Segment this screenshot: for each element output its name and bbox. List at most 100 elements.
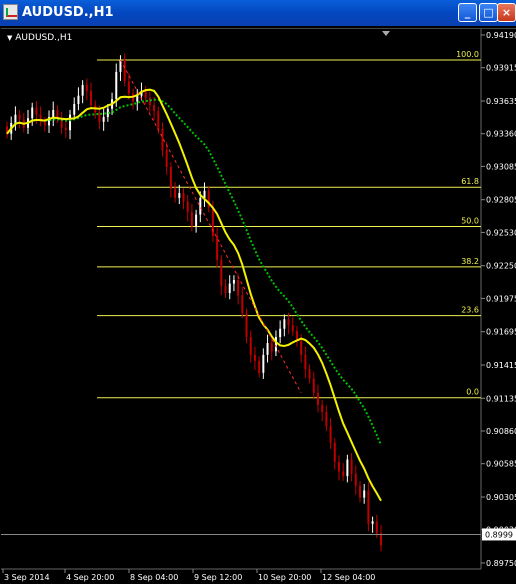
candle-body: [371, 521, 374, 524]
candle-body: [342, 471, 345, 477]
chart-app-icon: [3, 4, 18, 20]
candle-body: [14, 114, 17, 123]
candle-body: [304, 354, 307, 370]
candle-body: [211, 207, 214, 236]
candle-body: [249, 337, 252, 355]
time-axis: 3 Sep 2014 4 Sep 20:00 8 Sep 04:00 9 Sep 12…: [2, 569, 375, 582]
candle-body: [69, 114, 72, 131]
candle-body: [73, 103, 76, 115]
chart-canvas: 0.94190 0.93915 0.93635 0.93360 0.93085 0.928…: [1, 29, 516, 582]
candle-body: [31, 107, 34, 119]
candle-body: [115, 71, 118, 100]
candle-body: [333, 442, 336, 462]
price-tick-label: 0.91975: [486, 294, 516, 303]
candle-body: [308, 369, 311, 379]
close-button[interactable]: ×: [497, 3, 516, 22]
candle-body: [274, 337, 277, 352]
candle-body: [363, 490, 366, 498]
candle-body: [169, 167, 172, 189]
candle-body: [262, 354, 265, 373]
candle-body: [245, 313, 248, 338]
candle-body: [241, 295, 244, 314]
candle-body: [283, 319, 286, 329]
fast-moving-average: [6, 88, 382, 502]
candle-body: [182, 193, 185, 202]
candle-body: [153, 105, 156, 112]
price-tick-label: 0.93085: [486, 162, 516, 171]
candle-body: [148, 98, 151, 106]
candle-body: [123, 59, 126, 82]
price-tick-label: 0.94190: [486, 31, 516, 40]
candlesticks: [6, 53, 382, 552]
current-price-marker: 0.8999: [1, 528, 516, 541]
candle-body: [35, 107, 38, 115]
candle-body: [279, 328, 282, 338]
candle-body: [291, 325, 294, 332]
price-tick-label: 0.92250: [486, 262, 516, 271]
price-tick-label: 0.91695: [486, 328, 516, 337]
minimize-button[interactable]: _: [458, 3, 477, 22]
candle-body: [18, 114, 21, 120]
candle-body: [98, 112, 101, 122]
candle-body: [237, 279, 240, 296]
price-tick-label: 0.90860: [486, 427, 516, 436]
candle-body: [316, 392, 319, 405]
candle-body: [136, 95, 139, 102]
slow-moving-average: [6, 98, 382, 446]
candle-body: [354, 473, 357, 486]
time-tick-label: 8 Sep 04:00: [130, 573, 178, 582]
candle-body: [186, 201, 189, 213]
candle-body: [329, 426, 332, 443]
time-tick-label: 10 Sep 20:00: [258, 573, 311, 582]
chart-shift-icon[interactable]: [382, 31, 390, 36]
candle-body: [144, 90, 147, 99]
candle-body: [270, 343, 273, 352]
price-tick-label: 0.90585: [486, 460, 516, 469]
fib-level-label: 100.0: [456, 50, 479, 59]
price-tick-label: 0.93360: [486, 130, 516, 139]
price-tick-label: 0.91415: [486, 361, 516, 370]
price-tick-label: 0.92805: [486, 196, 516, 205]
candle-body: [102, 117, 105, 122]
candle-body: [90, 90, 93, 106]
candle-body: [85, 84, 88, 91]
candle-body: [287, 319, 290, 326]
candle-body: [358, 485, 361, 498]
candle-body: [228, 283, 231, 294]
candle-body: [220, 259, 223, 286]
current-price-label: 0.8999: [485, 530, 513, 539]
window-title: AUDUSD.,H1: [22, 5, 114, 20]
candle-body: [232, 279, 235, 284]
candle-body: [375, 521, 378, 534]
candle-body: [195, 214, 198, 227]
candle-body: [81, 84, 84, 96]
candle-body: [350, 459, 353, 474]
candle-body: [224, 285, 227, 294]
fib-level-label: 61.8: [461, 177, 479, 186]
time-tick-label: 12 Sep 04:00: [322, 573, 375, 582]
indicators: [6, 59, 382, 502]
price-tick-label: 0.90305: [486, 493, 516, 502]
maximize-button[interactable]: □: [479, 3, 498, 22]
fib-level-label: 38.2: [461, 257, 479, 266]
candle-body: [157, 111, 160, 129]
terminal-window: AUDUSD.,H1 _ □ × ▼ AUDUSD.,H1 0.94190 0.9…: [0, 0, 516, 584]
candle-body: [43, 121, 46, 126]
candle-body: [190, 212, 193, 227]
candle-body: [199, 197, 202, 215]
candle-body: [178, 193, 181, 198]
candle-body: [321, 404, 324, 412]
candle-body: [266, 343, 269, 355]
candle-body: [258, 360, 261, 373]
fib-level-label: 50.0: [461, 216, 479, 225]
price-tick-label: 0.89750: [486, 559, 516, 568]
price-chart[interactable]: ▼ AUDUSD.,H1 0.94190 0.93915 0.93635 0.9336…: [1, 28, 516, 584]
candle-body: [367, 490, 370, 524]
price-tick-label: 0.92530: [486, 228, 516, 237]
candle-body: [165, 150, 168, 167]
candle-body: [325, 411, 328, 427]
time-tick-label: 9 Sep 12:00: [194, 573, 242, 582]
price-tick-label: 0.91135: [486, 394, 516, 403]
time-tick-label: 3 Sep 2014: [4, 573, 50, 582]
title-bar[interactable]: AUDUSD.,H1 _ □ ×: [0, 0, 516, 26]
